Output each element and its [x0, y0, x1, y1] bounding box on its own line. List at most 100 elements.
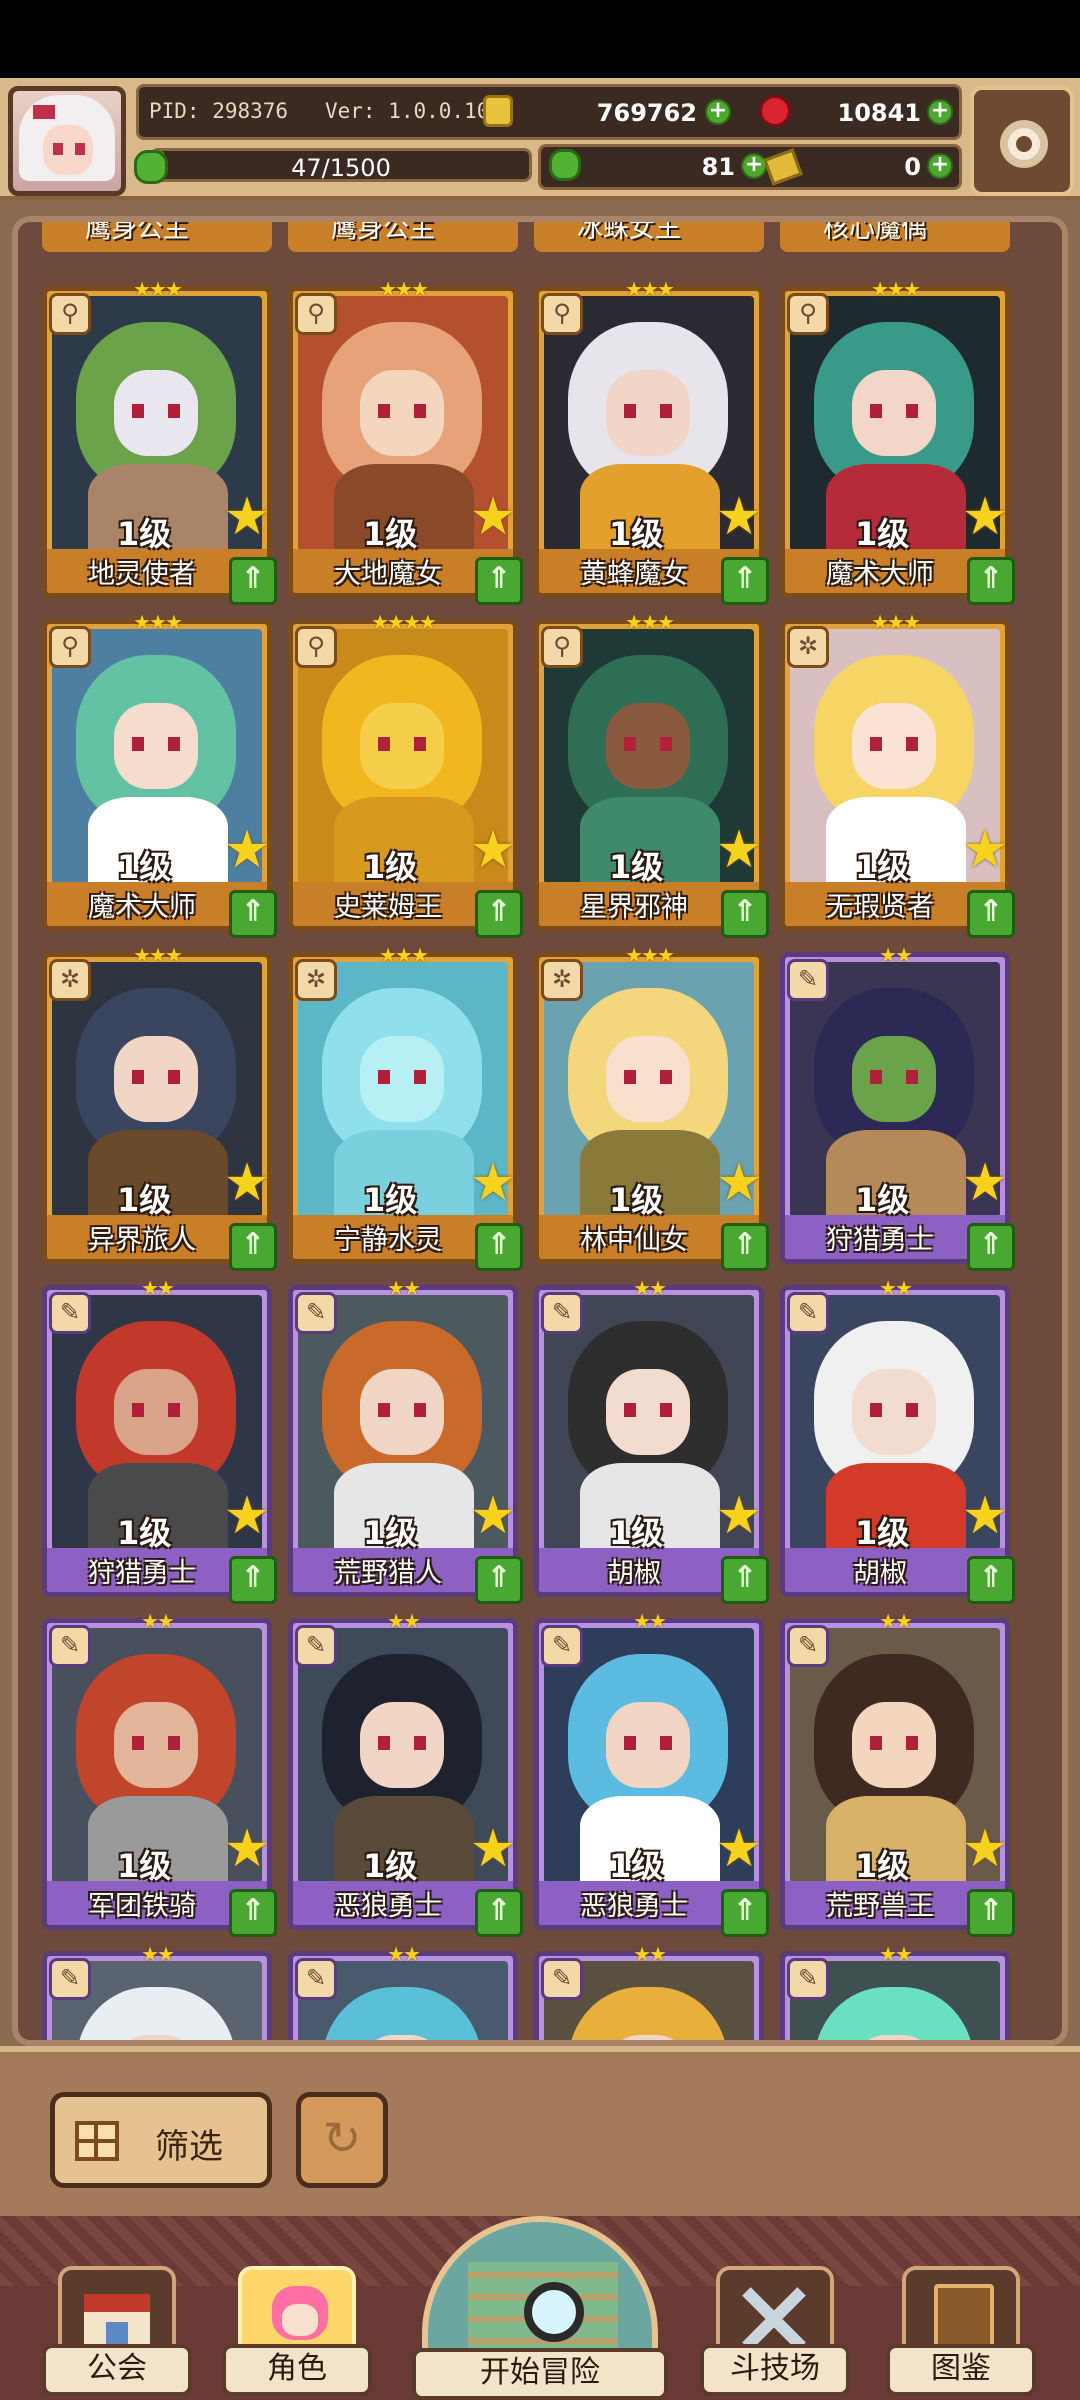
- player-avatar[interactable]: [8, 86, 126, 196]
- nav-adventure-label: 开始冒险: [412, 2348, 668, 2400]
- character-card[interactable]: ★★ ✎ 1级 ★ ⇑ 荒野猎人: [288, 1276, 523, 1604]
- feather-class-icon: ✎: [49, 1292, 91, 1334]
- nav-codex[interactable]: 图鉴: [886, 2256, 1036, 2396]
- star-upgrade-icon: ★: [961, 1153, 1009, 1213]
- system-status-bar: [0, 0, 1080, 78]
- star-upgrade-icon: ★: [469, 487, 517, 547]
- character-card[interactable]: ★★ ✎: [780, 1942, 1010, 2040]
- star-upgrade-icon: ★: [469, 1819, 517, 1879]
- card-level: 1级: [117, 1514, 172, 1552]
- add-ticket-button[interactable]: +: [927, 153, 953, 179]
- star-upgrade-icon: ★: [715, 1153, 763, 1213]
- sword-class-icon: ⚲: [541, 626, 583, 668]
- stamina-text: 47/1500: [291, 154, 391, 182]
- card-level: 1级: [855, 1181, 910, 1219]
- character-card[interactable]: ★★ ✎ 1级 ★ ⇑ 荒野兽王: [780, 1609, 1015, 1937]
- star-upgrade-icon: ★: [961, 487, 1009, 547]
- card-name: 荒野兽王: [826, 1891, 934, 1922]
- feather-class-icon: ✎: [295, 1958, 337, 2000]
- star-upgrade-icon: ★: [715, 1486, 763, 1546]
- character-card[interactable]: ★★★ ✲ 1级 ★ ⇑ 无瑕贤者: [780, 610, 1015, 938]
- pid-label: PID: 298376: [149, 99, 289, 123]
- character-card[interactable]: ★★ ✎: [288, 1942, 518, 2040]
- clover-icon: [134, 150, 168, 184]
- star-upgrade-icon: ★: [469, 1153, 517, 1213]
- character-card[interactable]: ★★ ✎: [42, 1942, 272, 2040]
- card-name: 恶狼勇士: [580, 1891, 688, 1922]
- feather-class-icon: ✎: [541, 1625, 583, 1667]
- nav-character[interactable]: 角色: [222, 2256, 372, 2396]
- card-name-partial[interactable]: 鹰身公主: [42, 222, 272, 252]
- character-card[interactable]: ★★★ ⚲ 1级 ★ ⇑ 魔术大师: [780, 277, 1015, 605]
- star-upgrade-icon: ★: [961, 820, 1009, 880]
- card-name-partial[interactable]: 鹰身公主: [288, 222, 518, 252]
- add-clover-button[interactable]: +: [741, 153, 767, 179]
- sword-class-icon: ⚲: [541, 293, 583, 335]
- card-level: 1级: [609, 1181, 664, 1219]
- version-label: Ver: 1.0.0.10: [325, 99, 490, 123]
- nav-guild[interactable]: 公会: [42, 2256, 192, 2396]
- character-card[interactable]: ★★★ ⚲ 1级 ★ ⇑ 黄蜂魔女: [534, 277, 769, 605]
- character-card[interactable]: ★★ ✎ 1级 ★ ⇑ 胡椒: [780, 1276, 1015, 1604]
- card-name: 胡椒: [607, 1558, 661, 1589]
- card-level: 1级: [363, 848, 418, 886]
- character-card[interactable]: ★★ ✎ 1级 ★ ⇑ 恶狼勇士: [288, 1609, 523, 1937]
- ticket-amount: 0: [904, 153, 921, 181]
- character-card[interactable]: ★★★ ⚲ 1级 ★ ⇑ 星界邪神: [534, 610, 769, 938]
- card-level: 1级: [855, 848, 910, 886]
- nav-start-adventure[interactable]: 开始冒险: [412, 2216, 668, 2400]
- character-card[interactable]: ★★★ ✲ 1级 ★ ⇑ 异界旅人: [42, 943, 277, 1271]
- character-card[interactable]: ★★ ✎: [534, 1942, 764, 2040]
- card-level: 1级: [855, 1514, 910, 1552]
- stamina-bar: 47/1500: [150, 148, 532, 182]
- feather-class-icon: ✎: [49, 1625, 91, 1667]
- nav-arena[interactable]: 斗技场: [700, 2256, 850, 2396]
- character-roster[interactable]: 鹰身公主 鹰身公主 冰蛛女王 核心魔偶 ★★★ ⚲ 1级 ★ ⇑ 地灵使者 ★★★ ⚲ 1级 ★ ⇑ 大地魔…: [12, 216, 1068, 2046]
- star-upgrade-icon: ★: [223, 1486, 271, 1546]
- magnifier-icon: [524, 2282, 584, 2342]
- clover-amount: 81: [701, 153, 735, 181]
- character-card[interactable]: ★★★ ⚲ 1级 ★ ⇑ 魔术大师: [42, 610, 277, 938]
- add-gem-button[interactable]: +: [927, 99, 953, 125]
- card-name: 鹰身公主: [84, 222, 189, 244]
- star-upgrade-icon: ★: [715, 487, 763, 547]
- refresh-button[interactable]: ↻: [296, 2092, 388, 2188]
- filter-button[interactable]: 筛选: [50, 2092, 272, 2188]
- character-card[interactable]: ★★★ ✲ 1级 ★ ⇑ 宁静水灵: [288, 943, 523, 1271]
- card-name-partial[interactable]: 冰蛛女王: [534, 222, 764, 252]
- card-name: 军团铁骑: [88, 1891, 196, 1922]
- card-name: 恶狼勇士: [334, 1891, 442, 1922]
- sword-class-icon: ⚲: [295, 293, 337, 335]
- character-card[interactable]: ★★★★ ⚲ 1级 ★ ⇑ 史莱姆王: [288, 610, 523, 938]
- feather-class-icon: ✎: [787, 1625, 829, 1667]
- feather-class-icon: ✎: [541, 1292, 583, 1334]
- card-name-partial[interactable]: 核心魔偶: [780, 222, 1010, 252]
- character-card[interactable]: ★★ ✎ 1级 ★ ⇑ 军团铁骑: [42, 1609, 277, 1937]
- settings-button[interactable]: [970, 86, 1074, 196]
- character-card[interactable]: ★★★ ✲ 1级 ★ ⇑ 林中仙女: [534, 943, 769, 1271]
- character-card[interactable]: ★★ ✎ 1级 ★ ⇑ 狩猎勇士: [780, 943, 1015, 1271]
- character-card[interactable]: ★★★ ⚲ 1级 ★ ⇑ 地灵使者: [42, 277, 277, 605]
- gold-coin-icon: [483, 95, 513, 127]
- feather-class-icon: ✎: [295, 1292, 337, 1334]
- card-level: 1级: [855, 1847, 910, 1885]
- character-card[interactable]: ★★ ✎ 1级 ★ ⇑ 胡椒: [534, 1276, 769, 1604]
- character-card[interactable]: ★★ ✎ 1级 ★ ⇑ 狩猎勇士: [42, 1276, 277, 1604]
- shield-class-icon: ✲: [295, 959, 337, 1001]
- shield-class-icon: ✲: [49, 959, 91, 1001]
- gem-amount: 10841: [837, 99, 922, 127]
- star-upgrade-icon: ★: [469, 1486, 517, 1546]
- card-name: 核心魔偶: [822, 222, 927, 244]
- feather-class-icon: ✎: [49, 1958, 91, 2000]
- card-level: 1级: [363, 1847, 418, 1885]
- star-upgrade-icon: ★: [223, 1819, 271, 1879]
- grid-icon: [75, 2121, 119, 2161]
- star-upgrade-icon: ★: [469, 820, 517, 880]
- star-upgrade-icon: ★: [961, 1819, 1009, 1879]
- star-upgrade-icon: ★: [715, 1819, 763, 1879]
- character-card[interactable]: ★★★ ⚲ 1级 ★ ⇑ 大地魔女: [288, 277, 523, 605]
- character-card[interactable]: ★★ ✎ 1级 ★ ⇑ 恶狼勇士: [534, 1609, 769, 1937]
- add-gold-button[interactable]: +: [705, 99, 731, 125]
- card-name: 黄蜂魔女: [580, 559, 688, 590]
- shield-class-icon: ✲: [787, 626, 829, 668]
